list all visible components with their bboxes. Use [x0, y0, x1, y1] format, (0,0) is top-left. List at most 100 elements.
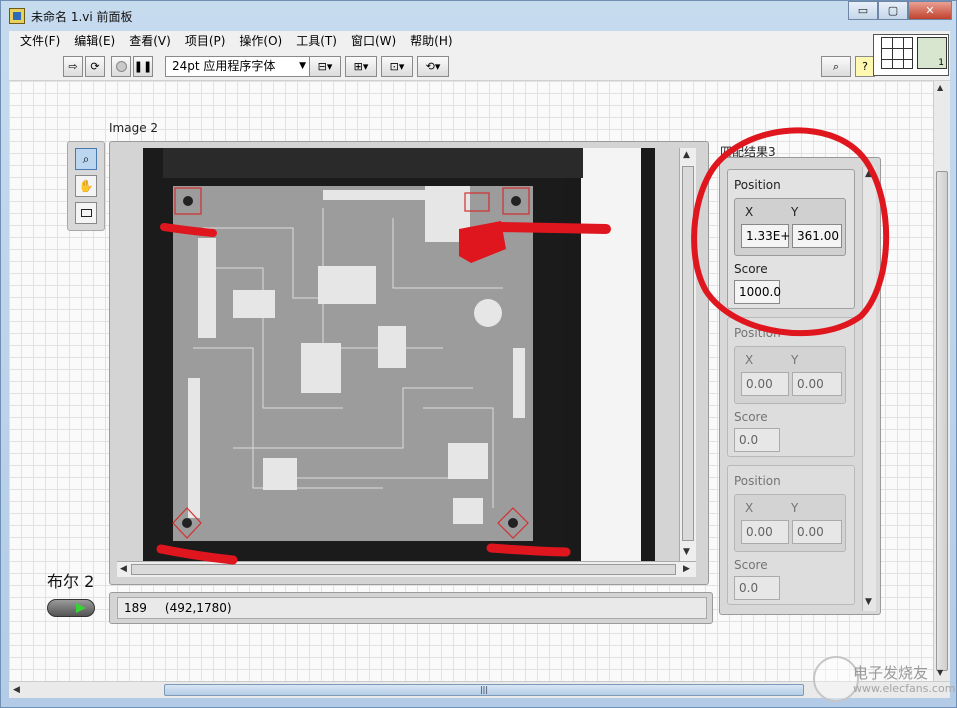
scroll-left-icon[interactable]: ◀ [13, 685, 20, 695]
position-label: Position [734, 326, 781, 340]
window-title: 未命名 1.vi 前面板 [31, 10, 133, 24]
pcb-ic-block [448, 443, 488, 479]
panel-hscroll-thumb[interactable]: ||| [164, 684, 804, 696]
scroll-up-icon[interactable]: ▲ [937, 83, 943, 92]
watermark-url: www.elecfans.com [853, 682, 956, 695]
window-controls: ▭ ▢ ✕ [848, 1, 952, 20]
image-scroll-down-icon[interactable]: ▼ [683, 547, 690, 557]
pcb-image [143, 148, 655, 561]
close-button[interactable]: ✕ [908, 1, 952, 20]
menu-project[interactable]: 项目(P) [178, 31, 233, 52]
pause-icon[interactable]: ❚❚ [133, 56, 153, 77]
image-tool-palette: ⌕ ✋ [67, 141, 105, 231]
y-label: Y [791, 205, 799, 219]
matches-array-scrollbar[interactable]: ▲ ▼ [862, 167, 876, 611]
y-value[interactable]: 0.00 [792, 520, 842, 544]
score-value[interactable]: 0.0 [734, 576, 780, 600]
boolean-indicator[interactable] [47, 599, 95, 617]
play-arrow-icon [76, 603, 86, 613]
font-select-value: 24pt 应用程序字体 [172, 59, 276, 73]
image-display-label: Image 2 [109, 121, 159, 135]
image-scroll-right-icon[interactable]: ▶ [683, 564, 690, 574]
y-label: Y [791, 501, 799, 515]
pcb-buzzer [474, 299, 502, 327]
vi-icon[interactable]: 1 [917, 37, 947, 69]
run-continuously-icon[interactable]: ⟳ [85, 56, 105, 77]
x-value[interactable]: 0.00 [741, 372, 789, 396]
menu-edit[interactable]: 编辑(E) [67, 31, 122, 52]
menu-window[interactable]: 窗口(W) [344, 31, 403, 52]
score-label: Score [734, 410, 768, 424]
menu-operate[interactable]: 操作(O) [232, 31, 289, 52]
minimize-button[interactable]: ▭ [848, 1, 878, 20]
image-scroll-up-icon[interactable]: ▲ [683, 150, 690, 160]
pcb-header-right [513, 348, 525, 418]
position-cluster: X Y 1.33E+ 361.00 [734, 198, 846, 256]
chevron-down-icon: ▼ [299, 61, 306, 71]
y-label: Y [791, 353, 799, 367]
menu-bar: 文件(F) 编辑(E) 查看(V) 项目(P) 操作(O) 工具(T) 窗口(W… [9, 31, 950, 52]
score-label: Score [734, 262, 768, 276]
menu-tools[interactable]: 工具(T) [289, 31, 344, 52]
font-select[interactable]: 24pt 应用程序字体 ▼ [165, 56, 310, 77]
pcb-crystal [378, 326, 406, 368]
labview-front-panel-window: 未命名 1.vi 前面板 ▭ ▢ ✕ 文件(F) 编辑(E) 查看(V) 项目(… [0, 0, 957, 708]
x-value[interactable]: 1.33E+ [741, 224, 790, 248]
image-top-shadow [163, 148, 583, 178]
menu-file[interactable]: 文件(F) [13, 31, 67, 52]
maximize-button[interactable]: ▢ [878, 1, 908, 20]
pcb-header-left [198, 238, 216, 338]
align-objects-icon[interactable]: ⊟▾ [309, 56, 341, 77]
array-scroll-down-icon[interactable]: ▼ [865, 597, 872, 607]
x-value[interactable]: 0.00 [741, 520, 789, 544]
panel-horizontal-scrollbar[interactable]: ◀ ||| [9, 681, 950, 698]
fiducial-bottom-left [182, 518, 192, 528]
abort-execution-icon[interactable] [111, 56, 131, 77]
fiducial-bottom-right [508, 518, 518, 528]
position-label: Position [734, 474, 781, 488]
vi-app-icon [9, 8, 25, 24]
position-cluster: X Y 0.00 0.00 [734, 346, 846, 404]
match-cluster: Position X Y 0.00 0.00 Score 0.0 [727, 465, 855, 605]
x-label: X [745, 353, 754, 367]
y-value[interactable]: 0.00 [792, 372, 842, 396]
reorder-icon[interactable]: ⟲▾ [417, 56, 449, 77]
zoom-tool-icon[interactable]: ⌕ [75, 148, 97, 170]
pcb-qfp-chip [301, 343, 341, 393]
pcb-power-jack [425, 186, 470, 242]
x-label: X [745, 501, 754, 515]
resize-objects-icon[interactable]: ⊡▾ [381, 56, 413, 77]
array-scroll-up-icon[interactable]: ▲ [865, 169, 872, 179]
score-value[interactable]: 0.0 [734, 428, 780, 452]
score-value[interactable]: 1000.0 [734, 280, 781, 304]
toolbar: ⇨ ⟳ ❚❚ 24pt 应用程序字体 ▼ ⊟▾ ⊞▾ ⊡▾ ⟲▾ ⌕ ? [9, 52, 950, 81]
image-horizontal-scrollbar[interactable]: ◀ ▶ [117, 561, 696, 577]
panel-vertical-scrollbar[interactable]: ▲ ▼ [933, 81, 950, 681]
vi-icon-number: 1 [938, 58, 944, 68]
image-hscroll-thumb[interactable] [131, 564, 676, 575]
image-scroll-left-icon[interactable]: ◀ [120, 564, 127, 574]
connector-pane-icon[interactable] [881, 37, 913, 69]
pcb-header-left-bottom [188, 378, 200, 518]
title-bar[interactable]: 未命名 1.vi 前面板 ▭ ▢ ✕ [1, 1, 957, 31]
run-arrow-icon[interactable]: ⇨ [63, 56, 83, 77]
menu-help[interactable]: 帮助(H) [403, 31, 459, 52]
y-value[interactable]: 361.00 [792, 224, 842, 248]
watermark: 电子发烧友 www.elecfans.com [813, 656, 956, 704]
boolean-label: 布尔 2 [47, 572, 95, 591]
pcb-chip [318, 266, 376, 304]
image-display[interactable] [143, 148, 655, 561]
image-white-strip [581, 148, 641, 561]
help-icon[interactable]: ? [855, 56, 875, 77]
fiducial-top-left [183, 196, 193, 206]
search-icon[interactable]: ⌕ [821, 56, 851, 77]
menu-view[interactable]: 查看(V) [122, 31, 178, 52]
distribute-objects-icon[interactable]: ⊞▾ [345, 56, 377, 77]
panel-vscroll-thumb[interactable] [936, 171, 948, 671]
image-vscroll-thumb[interactable] [682, 166, 694, 541]
image-vertical-scrollbar[interactable]: ▲ ▼ [679, 148, 696, 561]
image-status-bar: 189 (492,1780) [117, 597, 707, 619]
fiducial-top-right [511, 196, 521, 206]
pan-hand-icon[interactable]: ✋ [75, 175, 97, 197]
rectangle-tool-icon[interactable] [75, 202, 97, 224]
